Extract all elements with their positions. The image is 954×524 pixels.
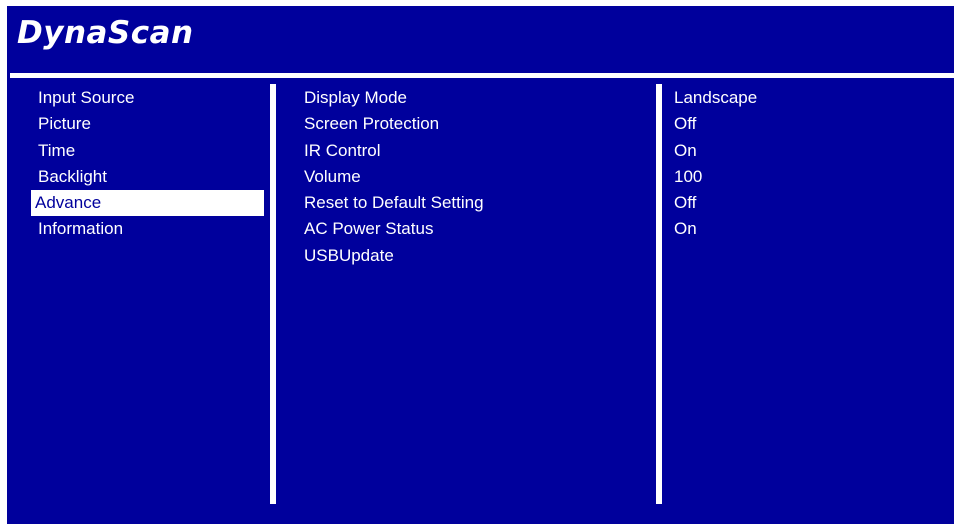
value-ac-power-status[interactable]: On (674, 216, 944, 242)
menu-item-label: Picture (38, 114, 91, 134)
value-reset-default[interactable]: Off (674, 190, 944, 216)
menu-item-time[interactable]: Time (31, 138, 266, 164)
main-menu: Input Source Picture Time Backlight Adva… (31, 85, 266, 243)
menu-item-label: Backlight (38, 166, 107, 186)
setting-screen-protection[interactable]: Screen Protection (304, 111, 644, 137)
brand-logo: DynaScan (17, 15, 194, 51)
header-divider (10, 73, 954, 78)
osd-screen: DynaScan Input Source Picture Time Backl… (7, 6, 954, 524)
values-list: Landscape Off On 100 Off On (674, 85, 944, 243)
menu-item-input-source[interactable]: Input Source (31, 85, 266, 111)
menu-item-label: Information (38, 219, 124, 239)
menu-item-label: Time (38, 140, 76, 160)
value-screen-protection[interactable]: Off (674, 111, 944, 137)
setting-display-mode[interactable]: Display Mode (304, 85, 644, 111)
setting-reset-default[interactable]: Reset to Default Setting (304, 190, 644, 216)
menu-item-advance[interactable]: Advance (31, 190, 264, 217)
value-ir-control[interactable]: On (674, 138, 944, 164)
value-volume[interactable]: 100 (674, 164, 944, 190)
settings-list: Display Mode Screen Protection IR Contro… (304, 85, 644, 269)
menu-item-backlight[interactable]: Backlight (31, 164, 266, 190)
menu-item-label: Input Source (38, 88, 135, 107)
menu-item-information[interactable]: Information (31, 216, 266, 242)
column-divider-left (270, 84, 276, 504)
value-display-mode[interactable]: Landscape (674, 85, 944, 111)
setting-usb-update[interactable]: USBUpdate (304, 243, 644, 269)
menu-item-label: Advance (35, 193, 102, 213)
setting-volume[interactable]: Volume (304, 164, 644, 190)
setting-ir-control[interactable]: IR Control (304, 138, 644, 164)
column-divider-right (656, 84, 662, 504)
setting-ac-power-status[interactable]: AC Power Status (304, 216, 644, 242)
menu-item-picture[interactable]: Picture (31, 111, 266, 137)
